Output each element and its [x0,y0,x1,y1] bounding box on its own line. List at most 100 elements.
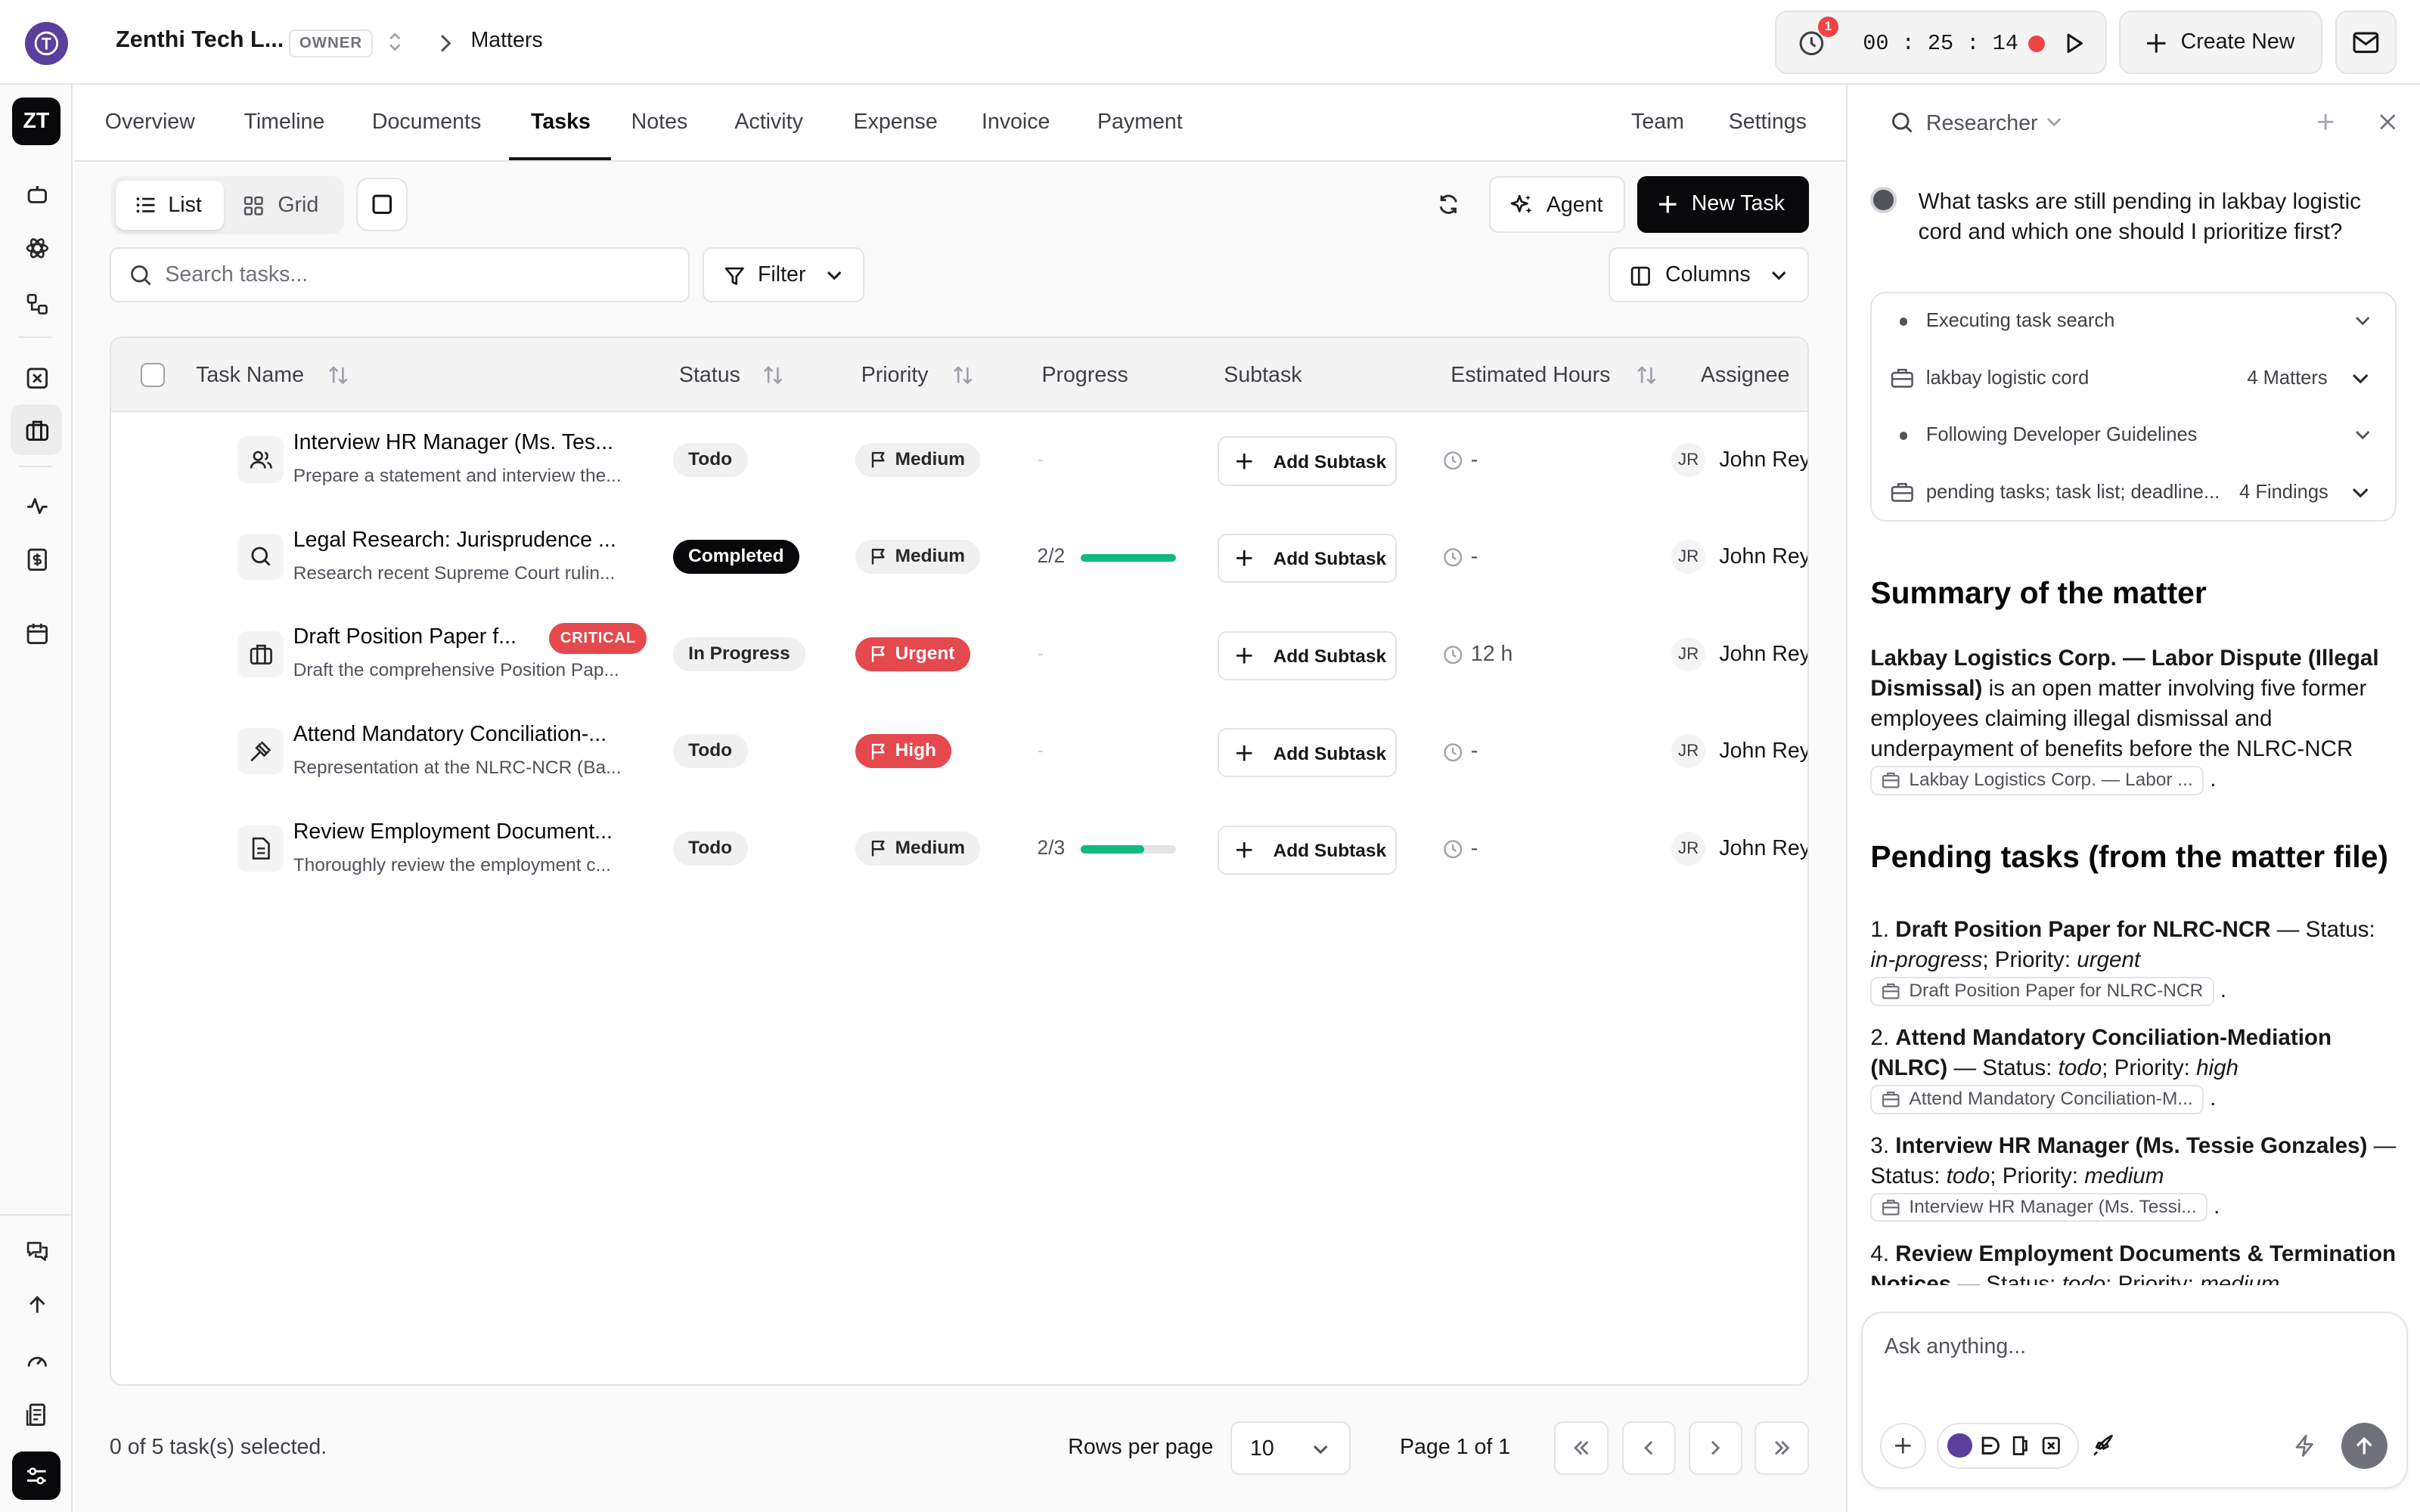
chat-input[interactable] [1884,1334,2378,1381]
sort-icon[interactable] [952,364,974,386]
send-button[interactable] [2341,1422,2388,1469]
create-new-button[interactable]: Create New [2119,11,2323,74]
messages-icon[interactable] [22,1236,53,1267]
task-name[interactable]: Draft Position Paper f... [293,624,517,649]
workflow-icon[interactable] [22,289,53,320]
add-subtask-button[interactable]: Add Subtask [1218,825,1397,875]
task-name[interactable]: Interview HR Manager (Ms. Tes... [293,430,613,455]
play-icon[interactable] [2065,33,2083,54]
breadcrumb-matters[interactable]: Matters [470,28,542,53]
view-list-button[interactable]: List [116,180,224,231]
report-icon[interactable] [22,1399,53,1430]
tab-overview[interactable]: Overview [105,110,195,135]
rocket-icon[interactable] [2091,1433,2116,1458]
source-chip[interactable]: Draft Position Paper for NLRC-NCR [1870,976,2214,1006]
last-page-button[interactable] [1754,1421,1809,1475]
status-badge[interactable]: Todo [672,442,748,477]
prev-page-button[interactable] [1621,1421,1677,1475]
tab-tasks[interactable]: Tasks [531,110,591,135]
status-badge[interactable]: Completed [672,540,799,575]
header-task-name[interactable]: Task Name [196,363,304,388]
assignee-name[interactable]: John Rey [1719,642,1807,667]
record-indicator-icon[interactable] [2028,35,2045,53]
atom-icon[interactable] [22,233,53,264]
table-row[interactable]: Interview HR Manager (Ms. Tes... Prepare… [111,412,1807,510]
workspace-avatar[interactable]: ZT [12,97,60,145]
x-box-icon[interactable] [22,363,53,394]
refresh-button[interactable] [1423,178,1474,231]
add-subtask-button[interactable]: Add Subtask [1218,728,1397,778]
assistant-mode-select[interactable]: Researcher [1926,111,2038,136]
new-task-button[interactable]: New Task [1637,175,1809,234]
source-chip[interactable]: Lakbay Logistics Corp. — Labor ... [1870,765,2204,795]
priority-badge[interactable]: Medium [855,540,981,575]
tab-settings[interactable]: Settings [1729,110,1807,135]
view-grid-button[interactable]: Grid [233,181,338,230]
tab-activity[interactable]: Activity [734,110,802,135]
tab-invoice[interactable]: Invoice [982,110,1050,135]
tab-notes[interactable]: Notes [631,110,688,135]
tab-expense[interactable]: Expense [854,110,938,135]
header-estimated-hours[interactable]: Estimated Hours [1450,363,1610,388]
panel-toggle-button[interactable] [356,177,408,232]
priority-badge[interactable]: Medium [855,442,981,477]
tab-payment[interactable]: Payment [1097,110,1183,135]
task-name[interactable]: Attend Mandatory Conciliation-... [293,722,607,747]
calendar-icon[interactable] [22,618,53,649]
source-chip[interactable]: Interview HR Manager (Ms. Tessi... [1870,1192,2207,1222]
columns-button[interactable]: Columns [1608,246,1809,302]
briefcase-icon[interactable] [22,415,53,446]
task-name[interactable]: Legal Research: Jurisprudence ... [293,528,616,553]
step-item[interactable]: Following Developer Guidelines [1872,407,2395,465]
org-switcher-icon[interactable] [386,29,404,54]
add-subtask-button[interactable]: Add Subtask [1218,534,1397,584]
attach-button[interactable] [1879,1422,1926,1469]
gauge-icon[interactable] [22,1346,53,1377]
status-badge[interactable]: In Progress [672,637,806,671]
arrow-up-icon[interactable] [22,1290,53,1321]
tab-documents[interactable]: Documents [372,110,481,135]
table-row[interactable]: Draft Position Paper f... CRITICAL Draft… [111,606,1807,704]
next-page-button[interactable] [1688,1421,1743,1475]
task-name[interactable]: Review Employment Document... [293,820,613,844]
activity-icon[interactable] [22,491,53,522]
source-chip[interactable]: Attend Mandatory Conciliation-M... [1870,1084,2204,1114]
add-subtask-button[interactable]: Add Subtask [1218,631,1397,680]
status-badge[interactable]: Todo [672,734,748,769]
select-all-checkbox[interactable] [140,362,166,388]
inbox-button[interactable] [2335,11,2397,74]
table-row[interactable]: Attend Mandatory Conciliation-... Repres… [111,704,1807,801]
priority-badge[interactable]: Urgent [855,637,970,671]
model-selector[interactable] [1937,1422,2079,1469]
status-badge[interactable]: Todo [672,831,748,866]
settings-sliders-button[interactable] [12,1452,60,1500]
first-page-button[interactable] [1554,1421,1609,1475]
sort-icon[interactable] [327,364,349,386]
invoice-icon[interactable] [22,544,53,575]
assignee-name[interactable]: John Rey [1719,544,1807,569]
assignee-name[interactable]: John Rey [1719,836,1807,861]
priority-badge[interactable]: High [855,734,952,769]
step-item[interactable]: pending tasks; task list; deadline... 4 … [1872,464,2395,522]
close-icon[interactable] [2378,113,2397,131]
table-row[interactable]: Review Employment Document... Thoroughly… [111,801,1807,898]
new-chat-plus-icon[interactable] [2316,113,2335,131]
chat-bot-icon[interactable] [22,181,53,212]
priority-badge[interactable]: Medium [855,831,981,866]
sort-icon[interactable] [762,364,784,386]
add-subtask-button[interactable]: Add Subtask [1218,436,1397,486]
assignee-name[interactable]: John Rey [1719,739,1807,764]
app-logo[interactable] [24,21,68,65]
step-item[interactable]: Executing task search [1872,293,2395,351]
table-row[interactable]: Legal Research: Jurisprudence ... Resear… [111,509,1807,606]
header-status[interactable]: Status [679,363,740,388]
chevron-down-icon[interactable] [2046,117,2062,128]
search-input[interactable] [165,262,659,287]
lightning-icon[interactable] [2294,1433,2316,1458]
org-name[interactable]: Zenthi Tech L... [116,26,284,53]
assignee-name[interactable]: John Rey [1719,448,1807,472]
header-priority[interactable]: Priority [861,363,929,388]
agent-button[interactable]: Agent [1489,175,1625,234]
step-item[interactable]: lakbay logistic cord 4 Matters [1872,350,2395,407]
sort-icon[interactable] [1636,364,1658,386]
